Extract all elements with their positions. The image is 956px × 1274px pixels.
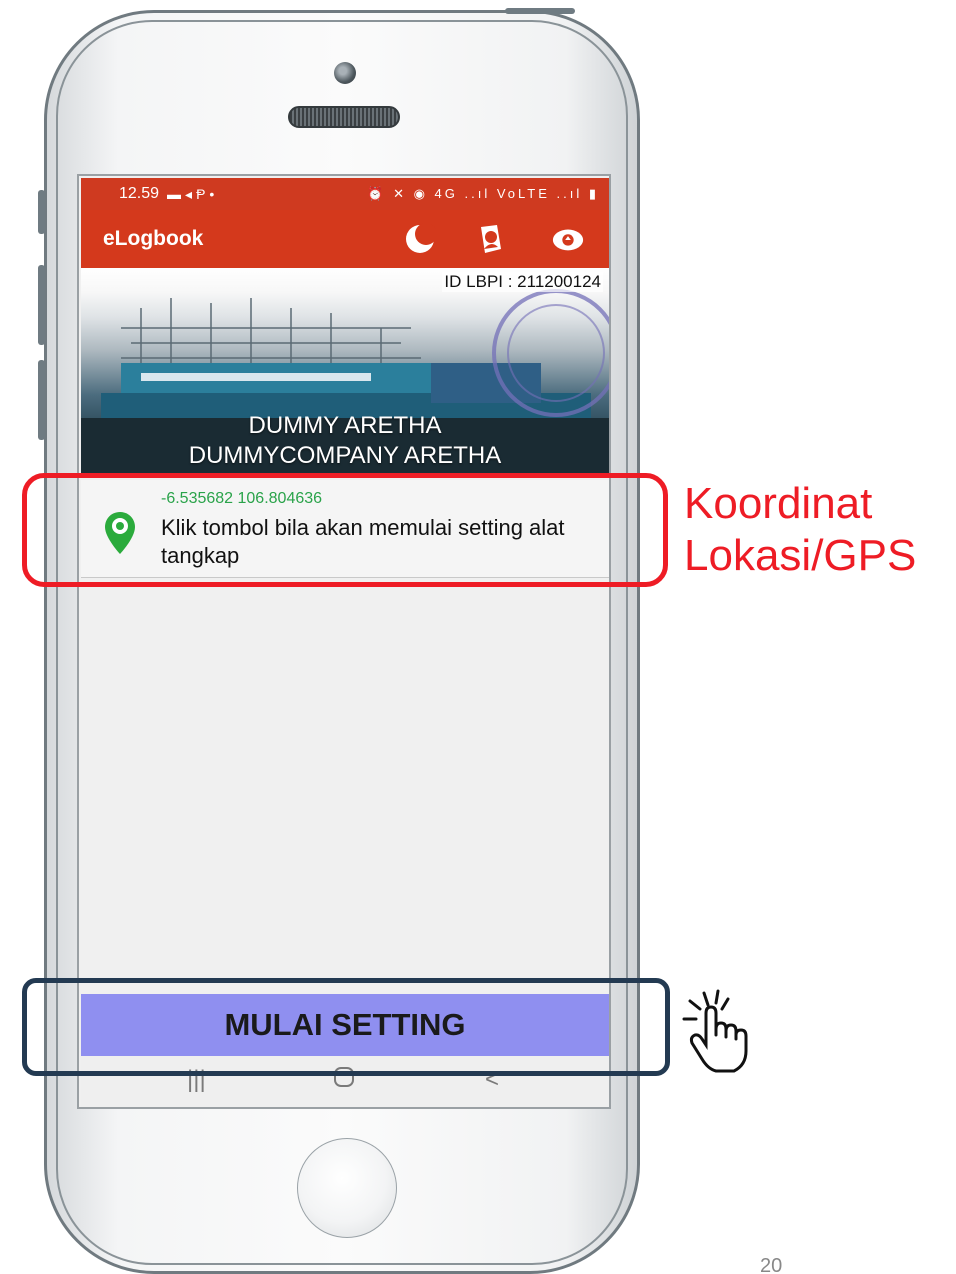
gps-highlight-box [22, 473, 668, 587]
vessel-banner: ID LBPI : 211200124 DUMMY ARETHA DUMMYCO… [81, 268, 609, 473]
front-camera [334, 62, 356, 84]
cloud-sync-icon[interactable] [551, 223, 585, 255]
status-bar: 12.59 ▬◂Ᵽ• ⏰ ✕ ◉ 4G ..ıl VoLTE ..ıl ▮ [81, 178, 609, 210]
company-name: DUMMYCOMPANY ARETHA [188, 442, 502, 469]
phone-screen: 12.59 ▬◂Ᵽ• ⏰ ✕ ◉ 4G ..ıl VoLTE ..ıl ▮ eL… [77, 174, 611, 1109]
app-bar: eLogbook [81, 210, 609, 268]
app-title: eLogbook [103, 227, 204, 250]
tap-hand-icon [682, 989, 748, 1073]
vessel-name: DUMMY ARETHA [248, 412, 442, 439]
power-button [505, 8, 575, 14]
gps-callout-line2: Lokasi/GPS [684, 531, 917, 580]
page-number: 20 [760, 1255, 783, 1274]
home-button[interactable] [297, 1138, 397, 1238]
system-status-icons: ⏰ ✕ ◉ 4G ..ıl VoLTE ..ıl ▮ [367, 186, 599, 201]
gps-callout-label: Koordinat Lokasi/GPS [684, 478, 916, 582]
status-time: 12.59 [119, 185, 160, 202]
gps-callout-line1: Koordinat [684, 479, 873, 528]
notification-icons: ▬◂Ᵽ• [167, 185, 219, 202]
volume-down-button [38, 360, 45, 440]
mute-switch [38, 190, 45, 234]
earpiece-speaker [288, 106, 400, 128]
vessel-id-label: ID LBPI : 211200124 [442, 272, 603, 292]
volume-up-button [38, 265, 45, 345]
button-highlight-box [22, 978, 670, 1076]
bell-person-icon[interactable] [473, 223, 507, 255]
slide: 12.59 ▬◂Ᵽ• ⏰ ✕ ◉ 4G ..ıl VoLTE ..ıl ▮ eL… [0, 0, 956, 1274]
moon-icon[interactable] [403, 223, 437, 255]
